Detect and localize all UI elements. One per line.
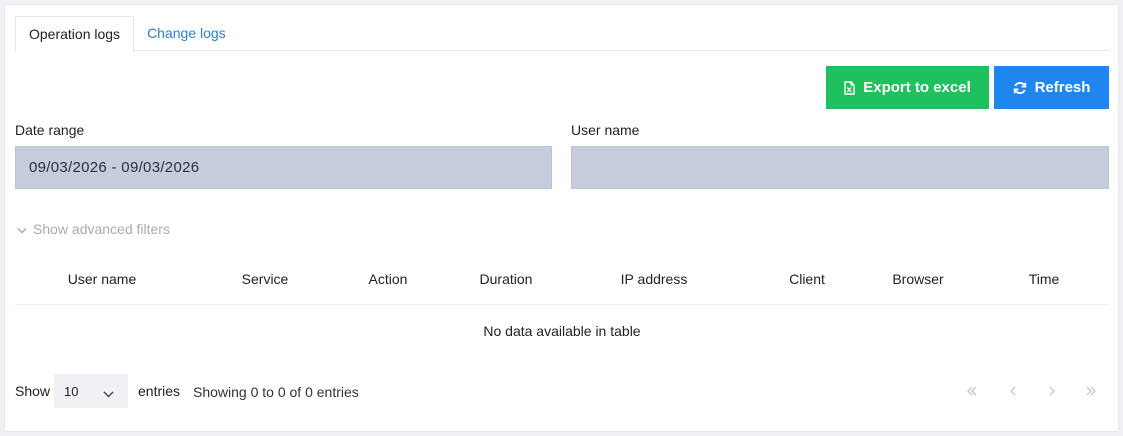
column-header-time[interactable]: Time — [1029, 271, 1060, 287]
chevron-left-icon — [1010, 386, 1016, 396]
refresh-button[interactable]: Refresh — [994, 66, 1109, 109]
next-page-button[interactable] — [1042, 381, 1062, 401]
show-advanced-filters-toggle[interactable]: Show advanced filters — [17, 221, 170, 237]
column-header-browser[interactable]: Browser — [892, 271, 943, 287]
show-label: Show — [15, 383, 51, 399]
column-header-duration[interactable]: Duration — [480, 271, 533, 287]
date-range-label: Date range — [15, 122, 85, 138]
table-info: Showing 0 to 0 of 0 entries — [193, 384, 359, 400]
empty-table-message: No data available in table — [483, 323, 641, 339]
excel-file-icon — [844, 80, 855, 95]
table-header: User name Service Action Duration IP add… — [15, 260, 1109, 305]
previous-page-button[interactable] — [1003, 381, 1023, 401]
chevron-right-icon — [1049, 386, 1055, 396]
page-size-select[interactable]: 10 — [54, 374, 128, 408]
entries-label: entries — [138, 383, 181, 399]
user-name-input[interactable] — [571, 146, 1109, 189]
chevron-down-icon — [17, 221, 27, 237]
double-chevron-right-icon — [1086, 386, 1096, 396]
tab-operation-logs[interactable]: Operation logs — [15, 16, 135, 52]
export-to-excel-button[interactable]: Export to excel — [826, 66, 989, 109]
column-header-action[interactable]: Action — [369, 271, 408, 287]
column-header-client[interactable]: Client — [789, 271, 825, 287]
operation-logs-panel: Operation logs Change logs Export to exc… — [4, 4, 1119, 432]
last-page-button[interactable] — [1081, 381, 1101, 401]
double-chevron-left-icon — [967, 386, 977, 396]
page-size-value: 10 — [64, 383, 79, 399]
column-header-ip-address[interactable]: IP address — [621, 271, 688, 287]
column-header-service[interactable]: Service — [242, 271, 289, 287]
refresh-icon — [1013, 81, 1027, 95]
column-header-user-name[interactable]: User name — [68, 271, 136, 287]
tab-change-logs[interactable]: Change logs — [134, 16, 239, 51]
first-page-button[interactable] — [962, 381, 982, 401]
chevron-down-icon — [103, 386, 114, 401]
export-label: Export to excel — [863, 79, 971, 96]
tab-bar: Operation logs Change logs — [15, 16, 1109, 52]
refresh-label: Refresh — [1034, 79, 1091, 96]
show-advanced-filters-label: Show advanced filters — [33, 221, 170, 237]
date-range-input[interactable] — [15, 146, 552, 189]
user-name-label: User name — [571, 122, 640, 138]
